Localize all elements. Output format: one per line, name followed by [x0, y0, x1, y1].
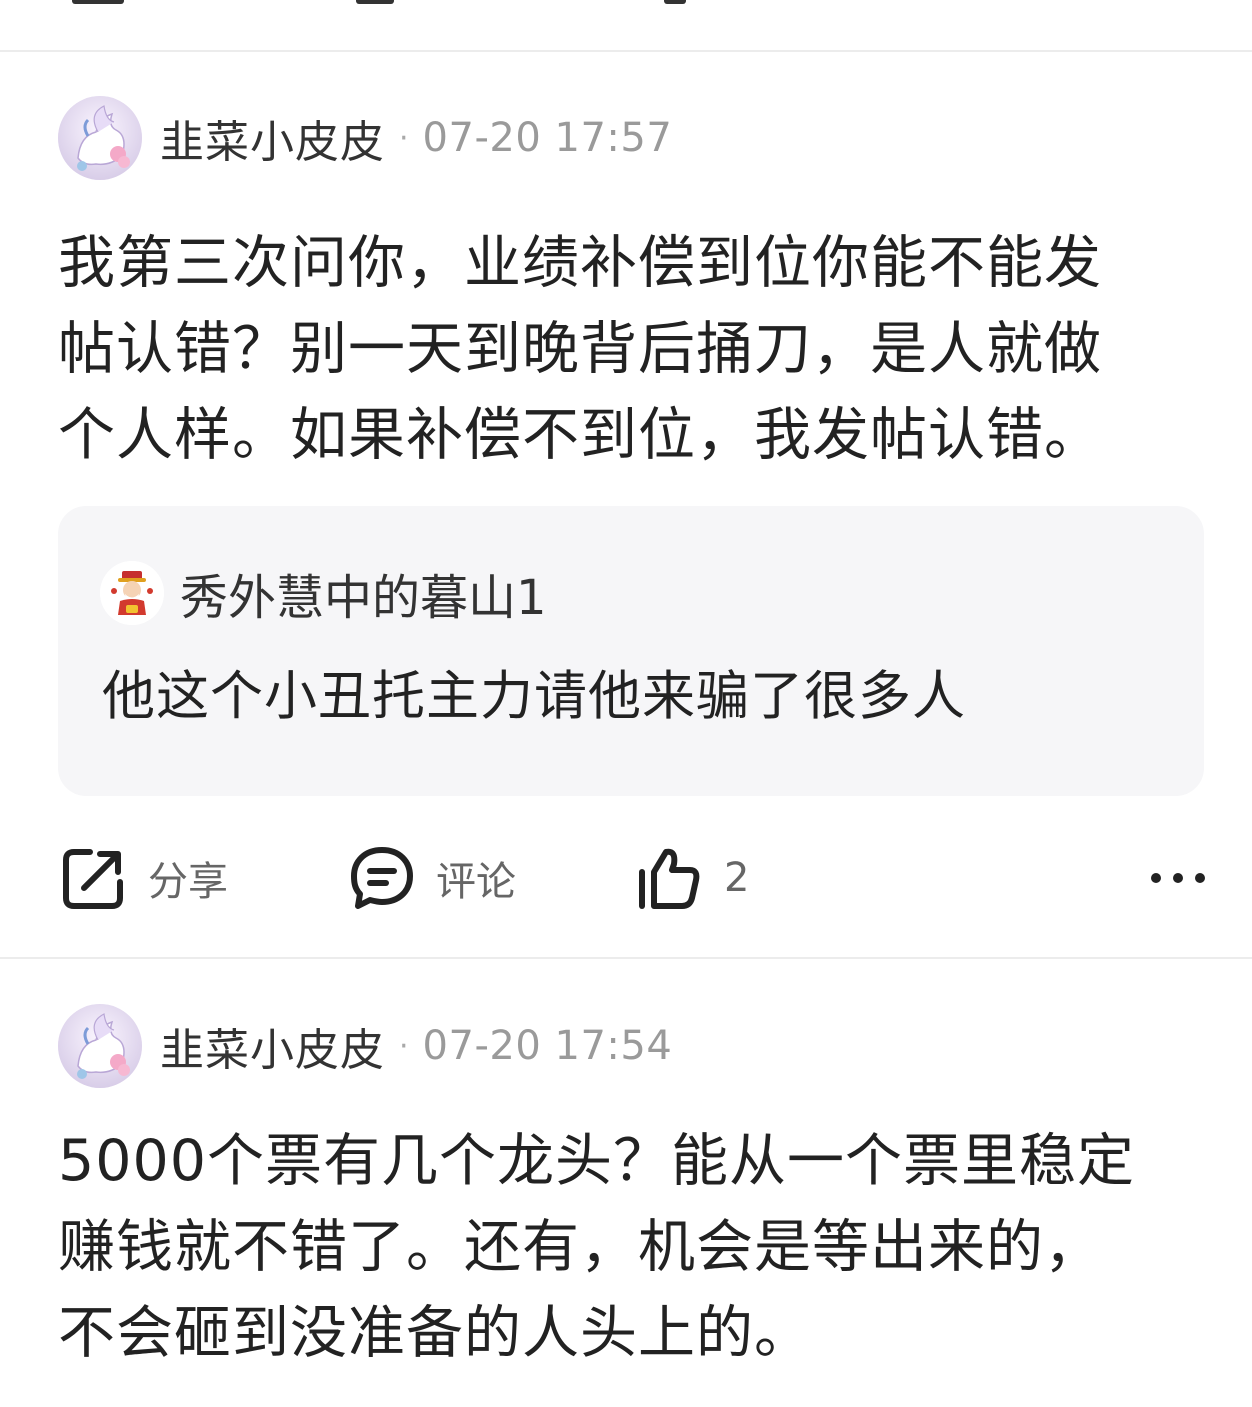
pegasus-avatar-icon[interactable]	[58, 96, 142, 180]
post-divider	[0, 957, 1252, 959]
previous-post-action-bar-fragment	[0, 0, 1252, 50]
meta-separator: ·	[399, 1028, 409, 1064]
more-options-button[interactable]	[1148, 848, 1208, 908]
post-header: 韭菜小皮皮 · 07-20 17:57	[58, 96, 672, 180]
post-time: 07-20 17:54	[422, 1023, 673, 1069]
comment-button[interactable]: 评论	[348, 838, 516, 918]
post-time: 07-20 17:57	[422, 115, 673, 161]
share-button[interactable]: 分享	[60, 838, 228, 918]
previous-share-icon-fragment	[72, 0, 124, 4]
post-action-bar: 分享 评论 2	[0, 838, 1252, 918]
author-name[interactable]: 韭菜小皮皮	[160, 1014, 385, 1078]
comment-label: 评论	[436, 859, 516, 905]
quoted-comment-header: 秀外慧中的暮山1	[100, 558, 547, 628]
previous-comment-icon-fragment	[356, 0, 394, 4]
previous-like-icon-fragment	[664, 0, 686, 4]
share-label: 分享	[148, 859, 228, 905]
post-divider	[0, 50, 1252, 52]
like-button[interactable]: 2	[636, 838, 749, 918]
share-icon	[60, 844, 128, 912]
quoted-comment[interactable]: 秀外慧中的暮山1 他这个小丑托主力请他来骗了很多人	[58, 506, 1204, 796]
post-content[interactable]: 5000个票有几个龙头？能从一个票里稳定 赚钱就不错了。还有，机会是等出来的， …	[58, 1118, 1198, 1376]
author-name[interactable]: 韭菜小皮皮	[160, 106, 385, 170]
more-dots-icon	[1151, 873, 1205, 883]
comment-icon	[348, 844, 416, 912]
pegasus-avatar-icon[interactable]	[58, 1004, 142, 1088]
post-header: 韭菜小皮皮 · 07-20 17:54	[58, 1004, 672, 1088]
meta-separator: ·	[399, 120, 409, 156]
thumbs-up-icon	[636, 844, 704, 912]
post-content[interactable]: 我第三次问你，业绩补偿到位你能不能发 帖认错？别一天到晚背后捅刀，是人就做 个人…	[58, 220, 1198, 478]
quoted-comment-text: 他这个小丑托主力请他来骗了很多人	[102, 666, 966, 727]
like-count: 2	[724, 855, 750, 901]
fortune-god-avatar-icon[interactable]	[100, 561, 164, 625]
quoted-author-name[interactable]: 秀外慧中的暮山1	[180, 558, 547, 628]
